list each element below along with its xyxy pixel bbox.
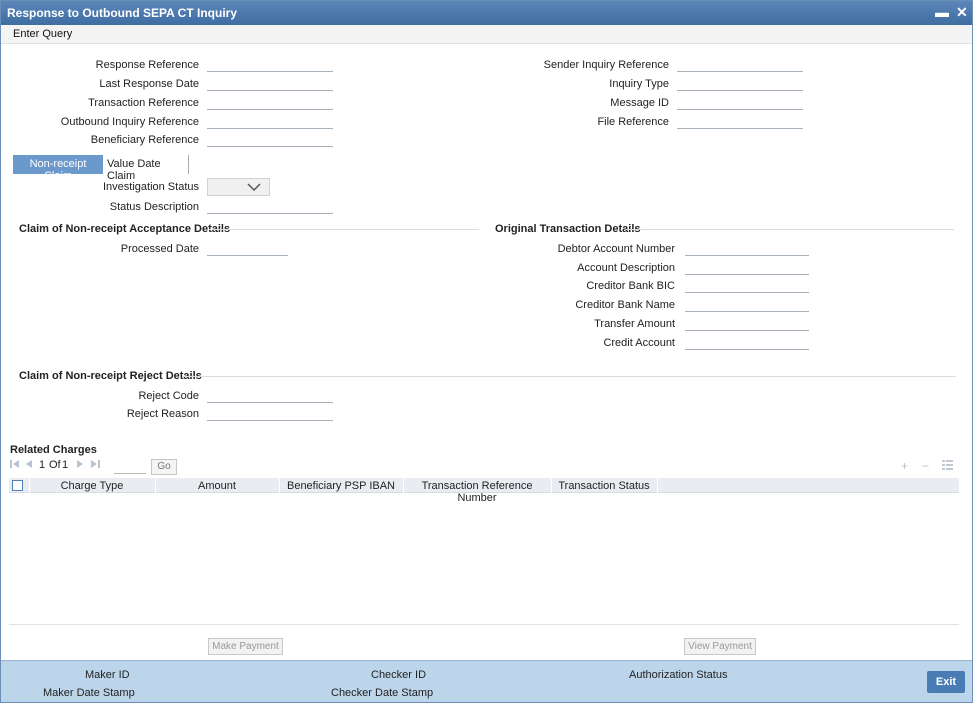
reject-reason-label: Reject Reason xyxy=(126,408,199,420)
file-reference-field[interactable] xyxy=(677,114,803,129)
grid-menu-icon[interactable] xyxy=(942,459,953,473)
original-transaction-section-divider xyxy=(626,229,954,230)
current-page: 1 xyxy=(39,459,46,471)
transfer-amount-field[interactable] xyxy=(685,316,809,331)
last-response-date-label: Last Response Date xyxy=(99,78,199,90)
tab-non-receipt-claim[interactable]: Non-receipt Claim xyxy=(13,155,103,182)
account-description-label: Account Description xyxy=(577,262,675,274)
delete-row-icon[interactable]: − xyxy=(922,459,929,473)
go-button[interactable]: Go xyxy=(151,459,177,475)
acceptance-section-divider xyxy=(209,229,479,230)
page-number-input[interactable] xyxy=(114,459,146,474)
acceptance-section-title: Claim of Non-receipt Acceptance Details xyxy=(19,223,231,235)
last-response-date-field[interactable] xyxy=(207,76,333,91)
reject-reason-field[interactable] xyxy=(207,406,333,421)
view-payment-button[interactable]: View Payment xyxy=(684,638,756,655)
minimize-icon[interactable]: ▬ xyxy=(935,4,949,20)
creditor-bank-name-label: Creditor Bank Name xyxy=(575,299,675,311)
previous-page-icon[interactable] xyxy=(25,459,33,475)
add-row-icon[interactable]: + xyxy=(901,459,908,473)
exit-button[interactable]: Exit xyxy=(927,671,965,693)
first-page-icon[interactable] xyxy=(10,459,20,475)
credit-account-label: Credit Account xyxy=(603,337,675,349)
outbound-inquiry-reference-label: Outbound Inquiry Reference xyxy=(60,116,199,128)
select-all-checkbox[interactable] xyxy=(12,480,23,491)
creditor-bank-bic-label: Creditor Bank BIC xyxy=(586,280,675,292)
investigation-status-label: Investigation Status xyxy=(102,181,199,193)
credit-account-field[interactable] xyxy=(685,335,809,350)
last-page-icon[interactable] xyxy=(90,459,100,475)
inquiry-type-field[interactable] xyxy=(677,76,803,91)
audit-footer: Maker ID Maker Date Stamp Checker ID Che… xyxy=(1,660,972,702)
next-page-icon[interactable] xyxy=(76,459,84,475)
reject-section-title: Claim of Non-receipt Reject Details xyxy=(19,370,202,382)
title-bar: Response to Outbound SEPA CT Inquiry ▬ ✕ xyxy=(1,1,972,25)
transfer-amount-label: Transfer Amount xyxy=(594,318,675,330)
sender-inquiry-reference-field[interactable] xyxy=(677,57,803,72)
processed-date-label: Processed Date xyxy=(120,243,199,255)
chevron-down-icon xyxy=(247,181,261,196)
column-amount[interactable]: Amount xyxy=(155,480,279,492)
checker-id-label: Checker ID xyxy=(371,669,427,681)
enter-query-menu[interactable]: Enter Query xyxy=(13,28,72,40)
total-pages: 1 xyxy=(62,459,69,471)
response-reference-field[interactable] xyxy=(207,57,333,72)
transaction-reference-field[interactable] xyxy=(207,95,333,110)
beneficiary-reference-field[interactable] xyxy=(207,132,333,147)
window-title: Response to Outbound SEPA CT Inquiry xyxy=(7,6,237,20)
investigation-status-select[interactable] xyxy=(207,178,270,196)
inquiry-window: Response to Outbound SEPA CT Inquiry ▬ ✕… xyxy=(0,0,973,703)
authorization-status-label: Authorization Status xyxy=(629,669,728,681)
response-reference-label: Response Reference xyxy=(95,59,199,71)
menu-bar: Enter Query xyxy=(1,25,972,44)
checker-date-stamp-label: Checker Date Stamp xyxy=(331,687,434,699)
message-id-label: Message ID xyxy=(610,97,669,109)
debtor-account-number-field[interactable] xyxy=(685,241,809,256)
transaction-reference-label: Transaction Reference xyxy=(88,97,199,109)
file-reference-label: File Reference xyxy=(597,116,669,128)
sender-inquiry-reference-label: Sender Inquiry Reference xyxy=(543,59,669,71)
reject-section-divider xyxy=(184,376,956,377)
beneficiary-reference-label: Beneficiary Reference xyxy=(90,134,199,146)
message-id-field[interactable] xyxy=(677,95,803,110)
reject-code-field[interactable] xyxy=(207,388,333,403)
account-description-field[interactable] xyxy=(685,260,809,275)
status-description-field[interactable] xyxy=(207,199,333,214)
close-icon[interactable]: ✕ xyxy=(956,4,968,21)
tab-value-date-claim[interactable]: Value Date Claim xyxy=(103,155,189,182)
inquiry-type-label: Inquiry Type xyxy=(609,78,669,90)
charges-grid-header: Charge Type Amount Beneficiary PSP IBAN … xyxy=(9,478,959,504)
creditor-bank-name-field[interactable] xyxy=(685,297,809,312)
column-separator xyxy=(657,478,658,493)
processed-date-field[interactable] xyxy=(207,241,288,256)
outbound-inquiry-reference-field[interactable] xyxy=(207,114,333,129)
status-description-label: Status Description xyxy=(109,201,199,213)
make-payment-button[interactable]: Make Payment xyxy=(208,638,283,655)
original-transaction-section-title: Original Transaction Details xyxy=(495,223,641,235)
column-charge-type[interactable]: Charge Type xyxy=(29,480,155,492)
maker-id-label: Maker ID xyxy=(85,669,130,681)
related-charges-title: Related Charges xyxy=(10,444,97,456)
creditor-bank-bic-field[interactable] xyxy=(685,278,809,293)
charges-grid-body xyxy=(9,493,959,625)
column-transaction-status[interactable]: Transaction Status xyxy=(551,480,657,492)
reject-code-label: Reject Code xyxy=(138,390,199,402)
page-of-label: Of xyxy=(49,459,61,471)
debtor-account-number-label: Debtor Account Number xyxy=(557,243,675,255)
column-beneficiary-psp-iban[interactable]: Beneficiary PSP IBAN xyxy=(279,480,403,492)
maker-date-stamp-label: Maker Date Stamp xyxy=(43,687,135,699)
